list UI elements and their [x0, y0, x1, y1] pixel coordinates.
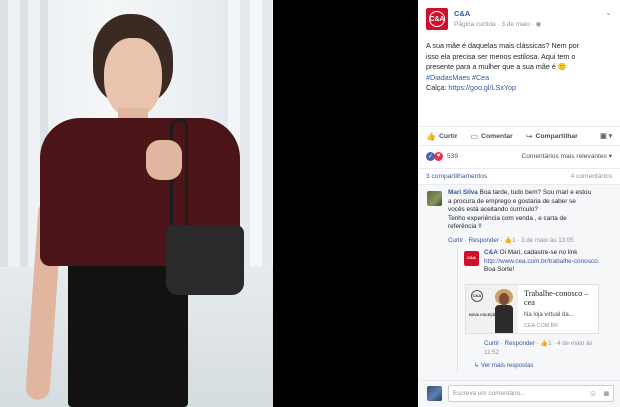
link-preview-model	[492, 289, 516, 333]
post-meta: Página curtida · 3 de maio · ◉	[454, 20, 541, 28]
link-preview-card[interactable]: C&A NOVA COLEÇÃO Trabalhe-conosco – cea …	[465, 284, 599, 334]
model-face	[104, 38, 162, 118]
reply-actions: Curtir · Responder · 👍1 · 4 de maio às 1…	[484, 340, 593, 357]
comment-label: Comentar	[481, 132, 513, 140]
post-text: A sua mãe é daquelas mais clássicas? Nem…	[426, 41, 614, 94]
post-viewer: C&A C&A Página curtida · 3 de maio · ◉ ⌄…	[0, 0, 620, 407]
link-preview-description: Na loja virtual da...	[524, 312, 574, 318]
reactions-bar: ✓ ♥ 539 Comentários mais relevantes ▾	[418, 146, 620, 166]
comment-text: Tenho experiência com venda , e carta de	[448, 214, 567, 222]
love-reaction-icon: ♥	[434, 151, 443, 161]
link-preview-logo: C&A	[471, 290, 483, 302]
camera-icon[interactable]: ◙	[604, 389, 609, 398]
link-preview-image: C&A NOVA COLEÇÃO	[466, 285, 518, 333]
shares-link[interactable]: 3 compartilhamentos	[426, 173, 487, 180]
reply: C&A Oi Mari, cadastre-se no link http://…	[484, 249, 618, 275]
link-preview-title: Trabalhe-conosco – cea	[524, 289, 589, 307]
comment-composer: Escreva um comentário... ☺ ◙	[418, 380, 620, 407]
reply-author[interactable]: C&A	[484, 249, 498, 256]
comment-input[interactable]: Escreva um comentário... ☺ ◙	[448, 385, 614, 402]
share-icon: ↪	[525, 131, 533, 141]
reactions-summary[interactable]: ✓ ♥ 539	[426, 151, 459, 161]
page-logo-text: C&A	[429, 15, 445, 23]
shares-row: 3 compartilhamentos 4 comentários	[418, 168, 620, 184]
post-panel: C&A C&A Página curtida · 3 de maio · ◉ ⌄…	[418, 0, 620, 407]
share-audience-selector[interactable]: ▣ ▾	[600, 132, 612, 140]
post-header: C&A C&A Página curtida · 3 de maio · ◉ ⌄	[426, 8, 616, 36]
thumbs-up-icon: 👍	[540, 340, 549, 347]
comment-actions: Curtir · Responder · 👍1 · 3 de maio às 1…	[448, 237, 574, 246]
comments-section: Mari Silva Boa tarde, tudo bem? Sou mari…	[418, 184, 620, 380]
comment-text: Boa tarde, tudo bem? Sou mari e estou	[477, 189, 592, 196]
reply-reply-actions[interactable]: Curtir · Responder ·	[484, 340, 540, 347]
comment-text: referência !!	[448, 223, 482, 230]
reactions-count: 539	[447, 152, 459, 160]
comment-button[interactable]: ▭ Comentar	[470, 132, 512, 141]
post-photo[interactable]	[0, 0, 273, 407]
comment-author[interactable]: Mari Silva	[448, 189, 478, 196]
reply-text: Oi Mari, cadastre-se no link	[497, 249, 578, 256]
emoji-icon[interactable]: ☺	[589, 389, 597, 398]
comment-date: · 3 de maio às 13:05	[515, 237, 574, 244]
post-actions: 👍 Curtir ▭ Comentar ↪ Compartilhar ▣ ▾	[418, 126, 620, 146]
comment-text: vocês está aceitando currículo?	[448, 206, 538, 213]
reply-date-time: 11:52	[484, 348, 500, 356]
comment-text: a procura de emprego e gostaria de saber…	[448, 197, 576, 205]
share-label: Compartilhar	[535, 132, 578, 140]
avatar	[427, 386, 442, 401]
handbag	[166, 225, 244, 295]
reply-text: Boa Sorte!	[484, 266, 515, 273]
avatar-small-icon: ▣	[600, 133, 607, 140]
thumbs-up-icon: 👍	[426, 131, 436, 141]
caret-down-icon: ▾	[608, 133, 612, 140]
link-preview-logo-text: C&A	[472, 292, 482, 298]
page-logo[interactable]: C&A	[426, 8, 448, 30]
post-link[interactable]: https://goo.gl/LSxYop	[448, 83, 516, 92]
thumbs-up-icon: 👍	[504, 237, 513, 244]
post-text-line: isso ela precisa ser menos estilosa. Aqu…	[426, 51, 576, 61]
globe-icon: ◉	[535, 21, 542, 28]
reply-link[interactable]: http://www.cea.com.br/trabalhe-conosco.	[484, 258, 618, 267]
comment: Mari Silva Boa tarde, tudo bem? Sou mari…	[448, 189, 616, 232]
post-text-line: presente para a mulher que a sua mãe é 🙂	[426, 62, 567, 71]
comment-sort-dropdown[interactable]: Comentários mais relevantes ▾	[521, 152, 612, 160]
avatar[interactable]: C&A	[464, 251, 479, 266]
reply-date: · 4 de maio às	[551, 340, 593, 347]
chevron-down-icon[interactable]: ⌄	[605, 8, 612, 17]
comment-icon: ▭	[470, 131, 479, 141]
comment-reply-actions[interactable]: Curtir · Responder ·	[448, 237, 504, 244]
comment-input-placeholder: Escreva um comentário...	[453, 390, 526, 397]
post-text-line: A sua mãe é daquelas mais clássicas? Nem…	[426, 41, 580, 50]
post-link-label: Calça:	[426, 83, 449, 92]
reply-thread-line	[457, 248, 458, 372]
page-name[interactable]: C&A	[454, 9, 470, 18]
more-replies-link[interactable]: ↳ Ver mais respostas	[474, 362, 534, 371]
share-button[interactable]: ↪ Compartilhar	[526, 132, 578, 141]
like-label: Curtir	[438, 132, 458, 140]
post-meta-text: Página curtida · 3 de maio ·	[454, 21, 536, 28]
avatar[interactable]	[427, 191, 442, 206]
post-hashtags[interactable]: #DiadasMaes #Cea	[426, 73, 614, 84]
reply-avatar-text: C&A	[467, 255, 476, 261]
comments-count: 4 comentários	[570, 173, 612, 180]
model-hand	[146, 140, 182, 180]
like-button[interactable]: 👍 Curtir	[426, 132, 457, 141]
link-preview-domain: CEA.COM.BR	[524, 323, 559, 329]
